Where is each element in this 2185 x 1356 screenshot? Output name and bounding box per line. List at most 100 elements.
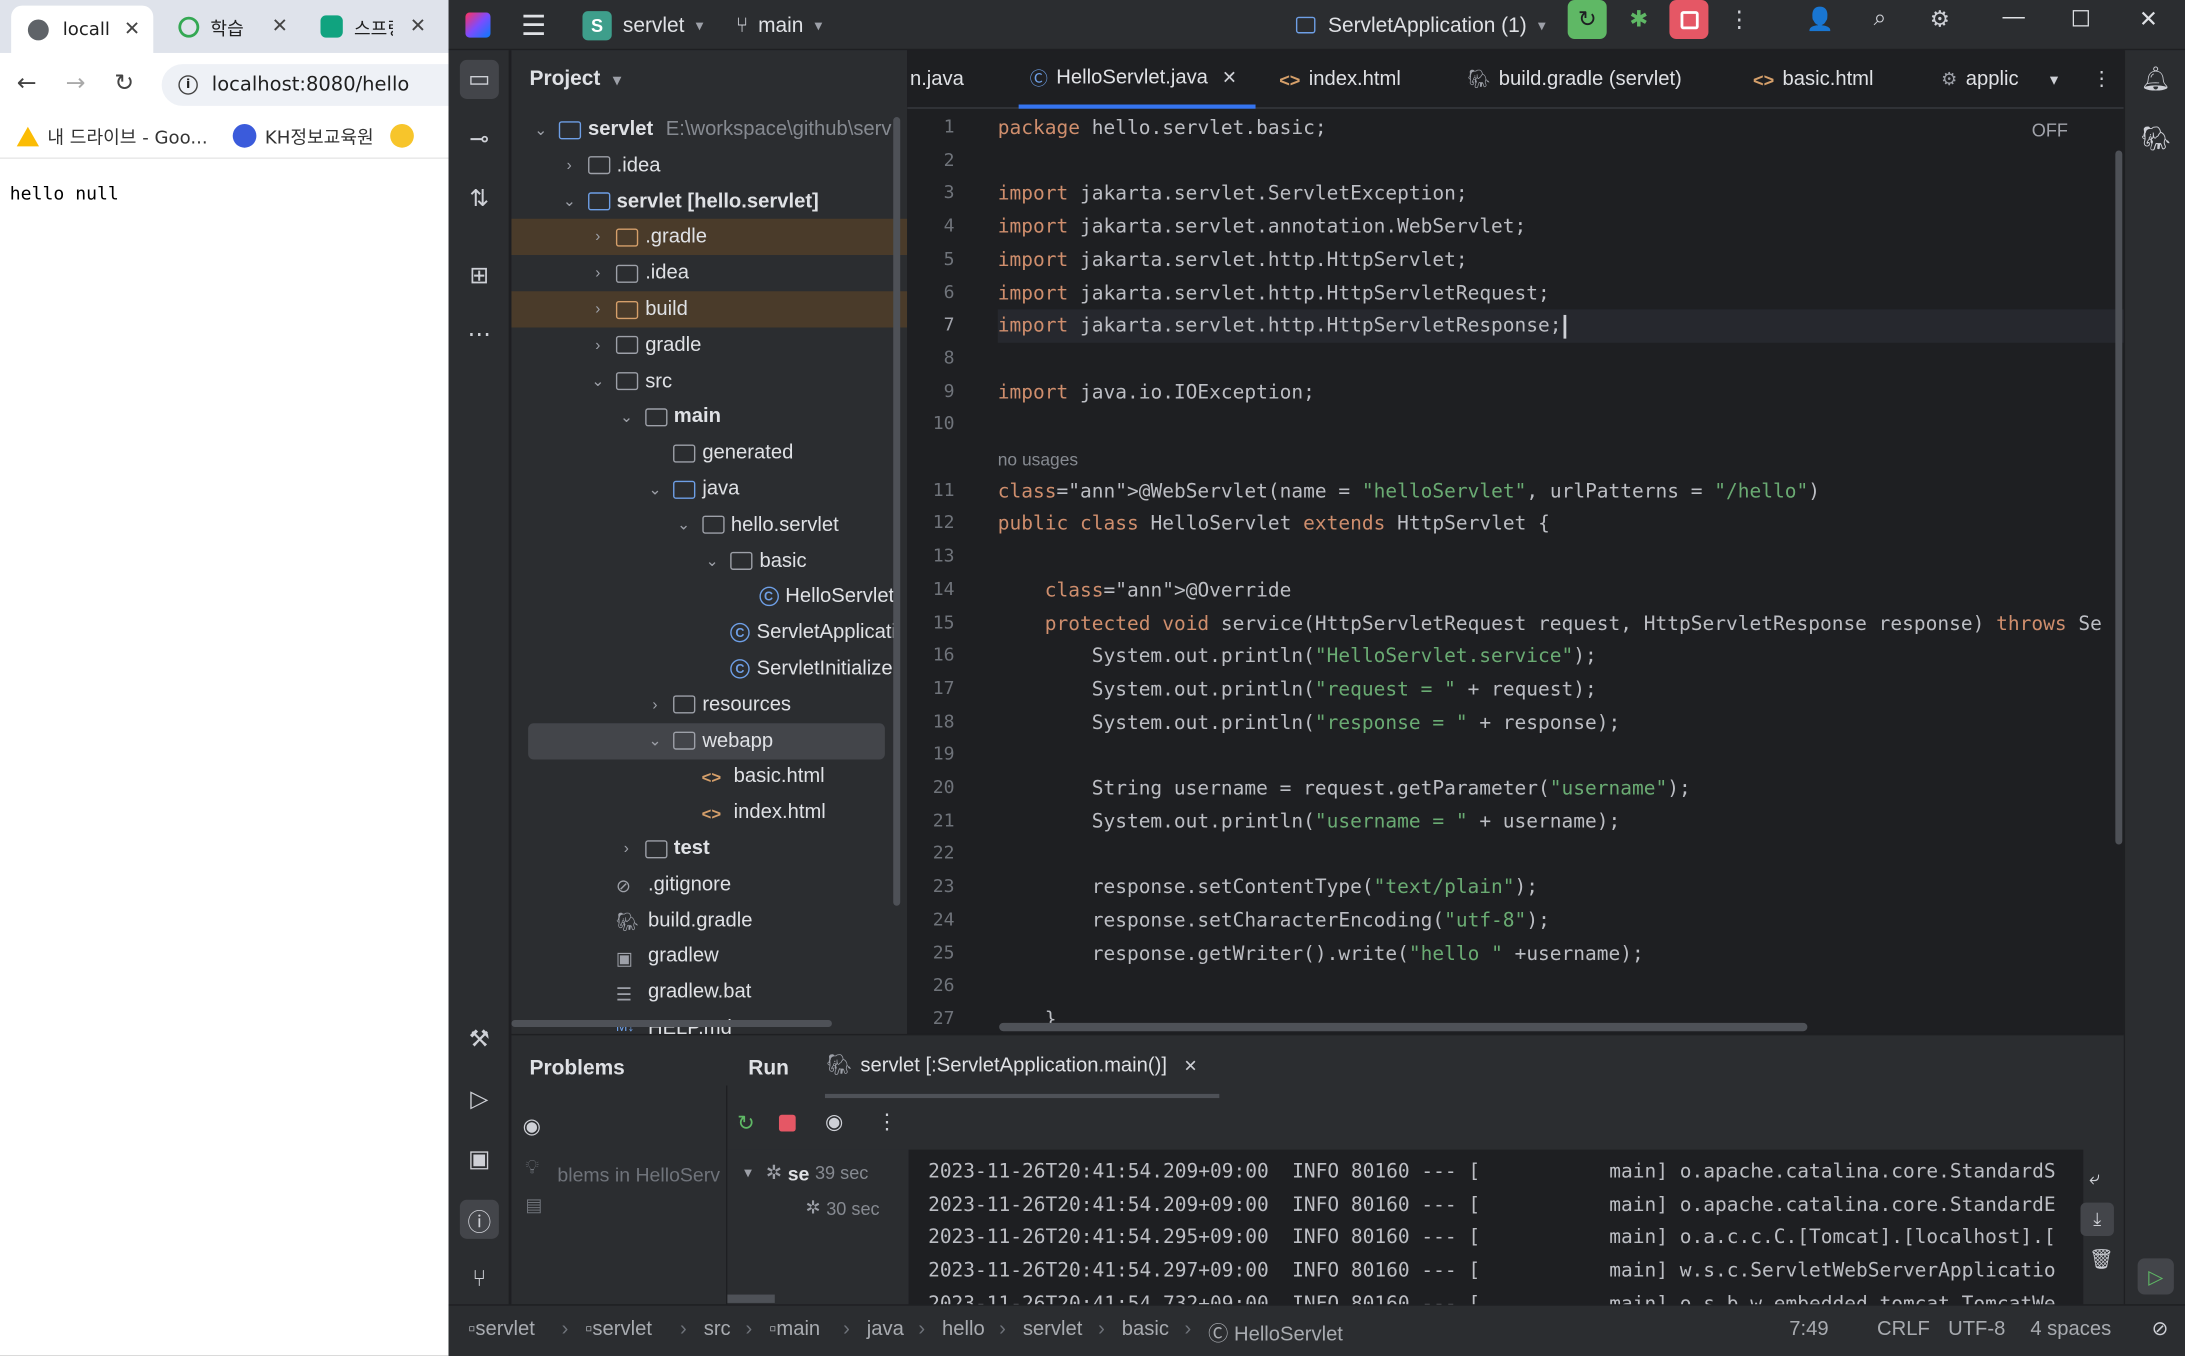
code-line[interactable]: import jakarta.servlet.http.HttpServletR… [998,277,1550,310]
line-number[interactable]: 9 [944,381,955,402]
code-line[interactable]: response.setContentType("text/plain"); [998,871,1538,904]
run-tree-scrollbar[interactable] [727,1294,775,1303]
line-number[interactable]: 24 [933,910,955,931]
soft-wrap-icon[interactable]: ⤶ [2089,1166,2100,1190]
services-icon[interactable]: ▷ [460,1080,499,1119]
chevron-down-icon[interactable]: ⌄ [559,192,579,211]
line-number[interactable]: 2 [944,150,955,171]
line-number[interactable]: 12 [933,513,955,534]
pull-requests-icon[interactable]: ⇅ [460,180,499,219]
close-icon[interactable]: ✕ [124,18,140,40]
line-number[interactable]: 13 [933,546,955,567]
close-window-button[interactable]: ✕ [2139,6,2158,34]
close-icon[interactable]: ✕ [1184,1056,1198,1076]
tree-item[interactable]: ▣ gradlew [511,938,907,974]
tree-item[interactable]: generated [511,435,907,471]
more-icon[interactable]: ⋮ [877,1109,898,1135]
chevron-right-icon[interactable]: › [645,696,665,713]
breadcrumb-item[interactable]: Ⓒ HelloServlet [1208,1318,1343,1347]
chevron-down-icon[interactable]: ⌄ [645,732,665,750]
line-number[interactable]: 5 [944,249,955,270]
tree-item[interactable]: ⌄ java [511,471,907,507]
breadcrumb-item[interactable]: java [867,1318,904,1340]
breadcrumb-item[interactable]: ▫main [769,1318,820,1340]
code-line[interactable]: String username = request.getParameter("… [998,772,1691,805]
run-tree-item[interactable]: ✲ 30 sec [805,1197,879,1219]
tree-item[interactable]: ⌄ main [511,399,907,435]
chevron-down-icon[interactable]: ⌄ [531,121,551,139]
terminal-icon[interactable]: ▣ [460,1140,499,1179]
line-number[interactable]: 14 [933,579,955,600]
tab-build-gradle[interactable]: 🐘︎ build.gradle (servlet) [1467,50,1681,109]
stop-icon[interactable] [778,1114,796,1132]
reload-icon[interactable]: ↻ [114,70,134,98]
tab-hello-servlet[interactable]: Ⓒ HelloServlet.java ✕ [1018,50,1256,109]
eye-icon[interactable]: ◉ [825,1109,843,1135]
rerun-icon[interactable]: ↻ [737,1111,755,1136]
tree-item[interactable]: ⌄ src [511,363,907,399]
breadcrumb-item[interactable]: servlet [1023,1318,1083,1340]
tree-item[interactable]: › .idea [511,147,907,183]
tree-item[interactable]: › build [511,291,908,328]
console-output[interactable]: 2023-11-26T20:41:54.209+09:00 INFO 80160… [908,1149,2084,1306]
tree-scrollbar[interactable] [893,117,901,906]
git-icon[interactable]: ⑂ [460,1260,499,1299]
main-menu-icon[interactable]: ☰ [521,8,546,41]
editor-hscrollbar[interactable] [999,1022,1808,1032]
code-line[interactable]: System.out.println("username = " + usern… [998,805,1621,838]
line-number[interactable]: 4 [944,216,955,237]
breadcrumb-item[interactable]: basic [1122,1318,1169,1340]
code-line[interactable]: import jakarta.servlet.ServletException; [998,178,1468,211]
stop-button[interactable] [1669,0,1709,40]
tree-hscrollbar[interactable] [511,1020,832,1028]
minimize-button[interactable]: — [2002,6,2024,31]
tree-item[interactable]: 🐘︎ build.gradle [511,902,907,938]
project-widget[interactable]: S servlet ▾ [582,8,703,41]
tree-item[interactable]: ⌄ servlet [hello.servlet] [511,183,907,219]
close-icon[interactable]: ✕ [410,15,426,37]
gradle-icon[interactable]: 🐘︎ [2136,120,2175,159]
code-line[interactable]: System.out.println("HelloServlet.service… [998,640,1597,673]
emoji-icon[interactable] [390,124,415,148]
chevron-down-icon[interactable]: ⌄ [674,516,694,534]
code-line[interactable]: import jakarta.servlet.http.HttpServlet; [998,244,1468,277]
line-number[interactable]: 26 [933,976,955,997]
tree-item[interactable]: › .gradle [511,219,908,256]
file-encoding[interactable]: UTF-8 [1948,1318,2005,1340]
line-number[interactable]: 21 [933,811,955,832]
tree-item[interactable]: › gradle [511,327,907,363]
line-number[interactable]: 27 [933,1009,955,1030]
line-number[interactable]: 17 [933,678,955,699]
tree-item[interactable]: C ServletApplicati [511,615,907,651]
code-line[interactable]: import jakarta.servlet.http.HttpServletR… [997,309,2124,344]
settings-icon[interactable]: ⚙ [1920,0,1959,39]
chevron-down-icon[interactable]: ⌄ [645,480,665,498]
line-number[interactable]: 8 [944,348,955,369]
project-tool-icon[interactable]: ▭ [459,59,499,99]
maximize-button[interactable]: ☐ [2071,6,2091,34]
browser-tab-study[interactable]: 학습 ✕ [164,6,298,48]
code-line[interactable]: import java.io.IOException; [998,376,1315,409]
back-icon[interactable]: ← [17,70,37,98]
line-number[interactable]: 10 [933,414,955,435]
chevron-right-icon[interactable]: › [588,229,608,246]
tree-item[interactable]: C ServletInitializer [511,651,907,687]
tab-index-html[interactable]: <> index.html [1279,50,1401,109]
more-tools-icon[interactable]: ⋯ [460,315,499,354]
notifications-icon[interactable]: 🔔︎ [2136,60,2175,99]
run-panel-icon[interactable]: ▷ [2137,1258,2174,1295]
problems-icon[interactable]: ⓘ [459,1199,499,1239]
line-number[interactable]: 19 [933,745,955,766]
breadcrumb-item[interactable]: ▫servlet [468,1318,535,1340]
breadcrumb-item[interactable]: src [704,1318,731,1340]
run-tree-item[interactable]: ▾ ✲ se 39 sec [744,1161,868,1185]
indent-setting[interactable]: 4 spaces [2030,1318,2111,1340]
browser-tab-spring[interactable]: 스프링 ✕ [307,6,449,48]
tree-item[interactable]: <> index.html [511,795,907,831]
tree-item[interactable]: ⊘ .gitignore [511,866,907,902]
chevron-right-icon[interactable]: › [588,301,608,318]
site-info-icon[interactable]: i [178,75,198,95]
trash-icon[interactable]: 🗑︎ [2089,1247,2114,1271]
code-line[interactable]: class="ann">@WebServlet(name = "helloSer… [998,475,1820,508]
line-number[interactable]: 22 [933,844,955,865]
